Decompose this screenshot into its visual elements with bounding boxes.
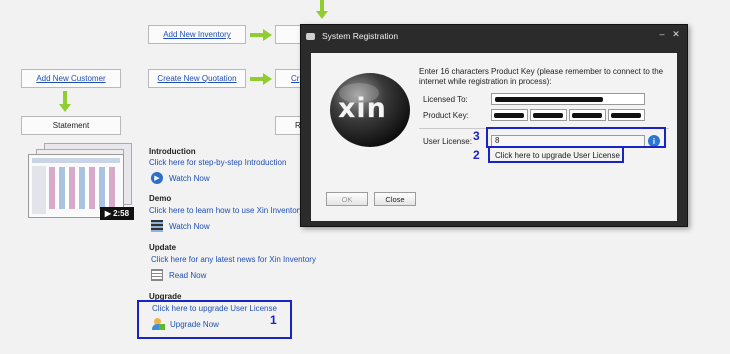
highlight-box-user-license — [486, 127, 666, 148]
ok-button[interactable]: OK — [326, 192, 368, 206]
app-icon — [306, 32, 315, 40]
licensed-to-label: Licensed To: — [423, 95, 468, 104]
instructions-text: Enter 16 characters Product Key (please … — [419, 67, 664, 86]
close-icon[interactable]: ✕ — [671, 29, 681, 39]
newspaper-icon — [151, 269, 163, 281]
highlight-box-upgrade-link — [488, 146, 624, 163]
dialog-titlebar: System Registration – ✕ — [301, 25, 687, 47]
add-new-inventory-button[interactable]: Add New Inventory — [148, 25, 246, 44]
right-arrow-icon — [250, 29, 272, 41]
product-key-field-4[interactable] — [608, 109, 645, 121]
introduction-title: Introduction — [149, 147, 196, 156]
minimize-button[interactable]: – — [657, 29, 667, 39]
demo-title: Demo — [149, 194, 172, 203]
play-icon: ▶ — [104, 209, 112, 218]
logo-text: xin — [338, 93, 387, 124]
update-read-now[interactable]: Read Now — [151, 269, 206, 281]
xin-logo: xin — [329, 71, 411, 149]
video-thumbnail[interactable]: ▶ 2:58 — [28, 143, 134, 221]
introduction-link[interactable]: Click here for step-by-step Introduction — [149, 158, 286, 167]
down-arrow-icon — [316, 0, 328, 19]
statement-button[interactable]: Statement — [21, 116, 121, 135]
dialog-title: System Registration — [322, 31, 399, 41]
demo-watch-now[interactable]: Watch Now — [151, 220, 210, 232]
demo-link[interactable]: Click here to learn how to use Xin Inven… — [149, 206, 310, 215]
right-arrow-icon — [250, 73, 272, 85]
annotation-number-1: 1 — [270, 313, 277, 327]
system-registration-dialog: System Registration – ✕ xin Enter 16 cha… — [300, 24, 688, 227]
update-title: Update — [149, 243, 177, 252]
product-key-field-1[interactable] — [491, 109, 528, 121]
product-key-field-3[interactable] — [569, 109, 606, 121]
product-key-label: Product Key: — [423, 111, 469, 120]
redacted-text — [495, 97, 603, 102]
video-duration-badge: ▶ 2:58 — [100, 207, 134, 220]
close-button[interactable]: Close — [374, 192, 416, 206]
intro-watch-now[interactable]: ▶ Watch Now — [151, 172, 210, 184]
down-arrow-icon — [59, 91, 71, 112]
update-link[interactable]: Click here for any latest news for Xin I… — [151, 255, 316, 264]
play-circle-icon: ▶ — [151, 172, 163, 184]
user-license-label: User License: — [423, 137, 472, 146]
create-new-quotation-button[interactable]: Create New Quotation — [148, 69, 246, 88]
annotation-number-2: 2 — [473, 148, 480, 162]
film-icon — [151, 220, 163, 232]
product-key-field-2[interactable] — [530, 109, 567, 121]
licensed-to-field[interactable] — [491, 93, 645, 105]
annotation-number-3: 3 — [473, 129, 480, 143]
highlight-box-upgrade — [137, 300, 292, 339]
add-new-customer-button[interactable]: Add New Customer — [21, 69, 121, 88]
